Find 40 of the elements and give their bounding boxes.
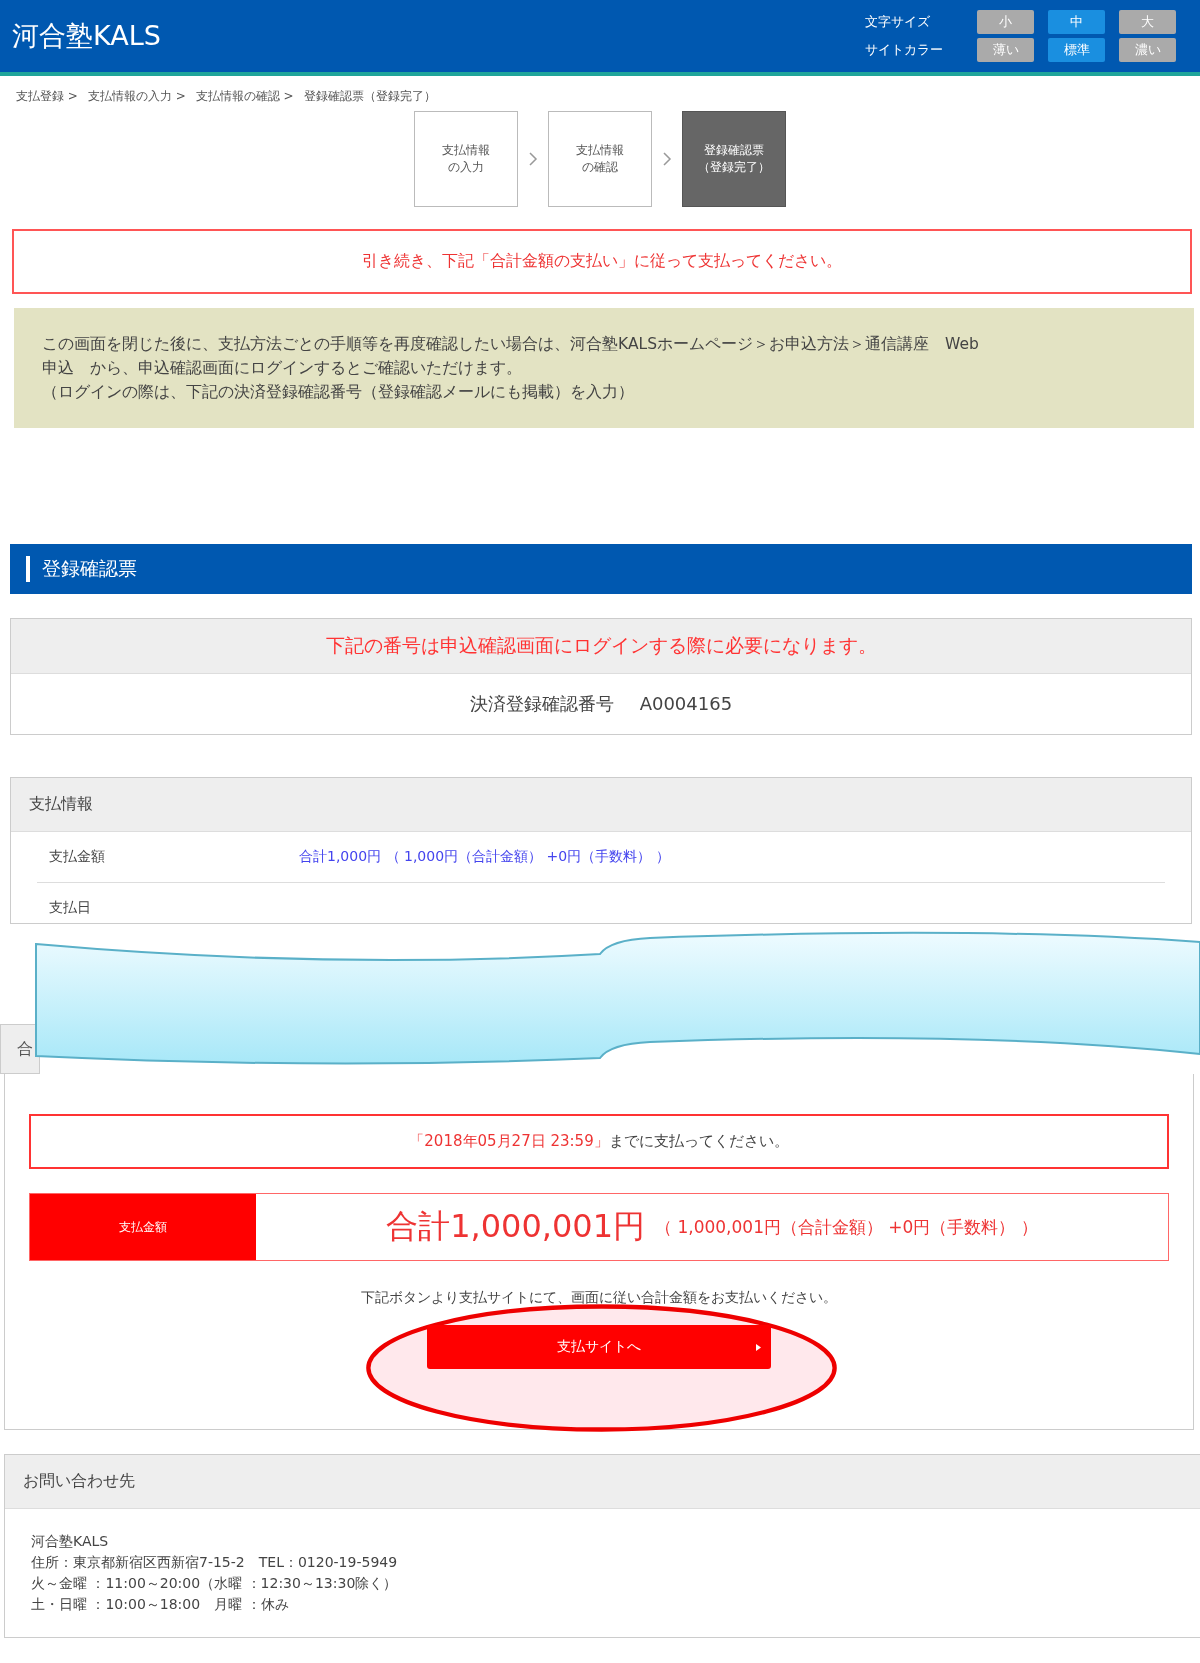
confirmation-notice: 下記の番号は申込確認画面にログインする際に必要になります。: [11, 619, 1191, 674]
breadcrumb-item: 支払登録 >: [16, 88, 78, 105]
notice-message: 引き続き、下記「合計金額の支払い」に従って支払ってください。: [12, 229, 1192, 294]
payment-site-button[interactable]: 支払サイトへ: [427, 1325, 771, 1369]
contact-line: 住所：東京都新宿区西新宿7-15-2 TEL：0120-19-5949: [31, 1553, 399, 1572]
contact-line: 土・日曜 ：10:00～18:00 月曜 ：休み: [31, 1595, 290, 1614]
row-label: 支払日: [48, 899, 92, 917]
deadline-message: 「2018年05月27日 23:59」までに支払ってください。: [29, 1114, 1169, 1169]
option-button[interactable]: 薄い: [977, 38, 1034, 62]
row-label: 支払金額: [48, 848, 106, 866]
step-label: （登録完了）: [698, 159, 770, 176]
amount-label: 支払金額: [30, 1194, 256, 1260]
breadcrumb-item: 支払情報の入力 >: [87, 88, 186, 105]
step-label: の入力: [447, 159, 485, 176]
confirmation-number: 決済登録確認番号 A0004165: [468, 692, 734, 716]
row-value: 合計1,000円 （ 1,000円（合計金額） +0円（手数料） ）: [299, 848, 670, 866]
info-message: この画面を閉じた後に、支払方法ごとの手順等を再度確認したい場合は、河合塾KALSホームページ＞お申込方法＞通信講座 Web 申込 から、申込確認画面にログインするとご確認いただけます。: [42, 334, 980, 379]
step-label: 登録確認票: [703, 142, 765, 159]
breadcrumb-item: 登録確認票（登録完了）: [303, 88, 436, 105]
panel-title: 支払情報: [11, 778, 1191, 832]
step-label: の確認: [581, 159, 619, 176]
option-button[interactable]: 濃い: [1119, 38, 1176, 62]
breadcrumb-item: 支払情報の確認 >: [195, 88, 294, 105]
option-button[interactable]: 大: [1119, 10, 1176, 34]
step-label: 支払情報: [576, 142, 624, 159]
info-message: （ログインの際は、下記の決済登録確認番号（登録確認メールにも掲載）を入力）: [42, 382, 635, 403]
instruction-text: 下記ボタンより支払サイトにて、画面に従い合計金額をお支払いください。: [360, 1289, 838, 1307]
option-button[interactable]: 中: [1048, 10, 1105, 34]
contact-line: 河合塾KALS: [31, 1532, 110, 1551]
section-title: 登録確認票: [42, 556, 137, 581]
amount-breakdown: （ 1,000,001円（合計金額） +0円（手数料） ）: [655, 1215, 1038, 1239]
total-amount: 合計1,000,001円: [386, 1206, 646, 1247]
contact-line: 火～金曜 ：11:00～20:00（水曜 ：12:30～13:30除く）: [31, 1574, 399, 1593]
panel-title: お問い合わせ先: [5, 1455, 1200, 1509]
option-button[interactable]: 小: [977, 10, 1034, 34]
setting-label: サイトカラー: [865, 41, 943, 59]
setting-label: 文字サイズ: [865, 13, 931, 31]
logo[interactable]: 河合塾KALS: [12, 18, 161, 54]
step-label: 支払情報: [442, 142, 490, 159]
option-button[interactable]: 標準: [1048, 38, 1105, 62]
